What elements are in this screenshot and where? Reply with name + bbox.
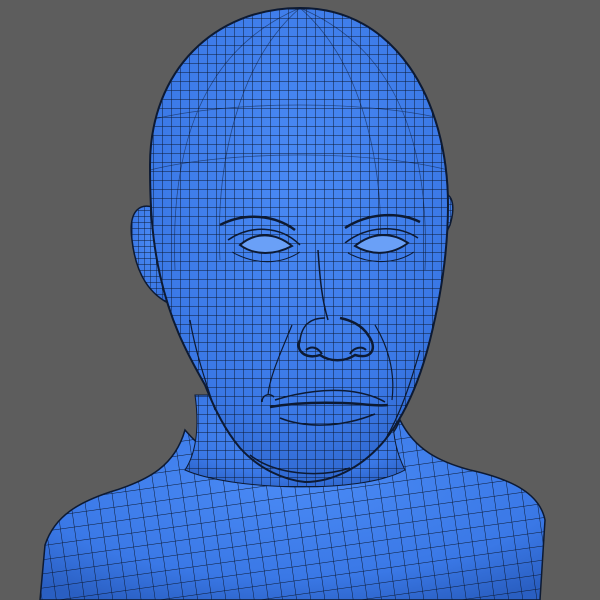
head-mesh-model[interactable] <box>0 0 600 600</box>
head-mesh <box>149 7 449 483</box>
3d-viewport[interactable] <box>0 0 600 600</box>
